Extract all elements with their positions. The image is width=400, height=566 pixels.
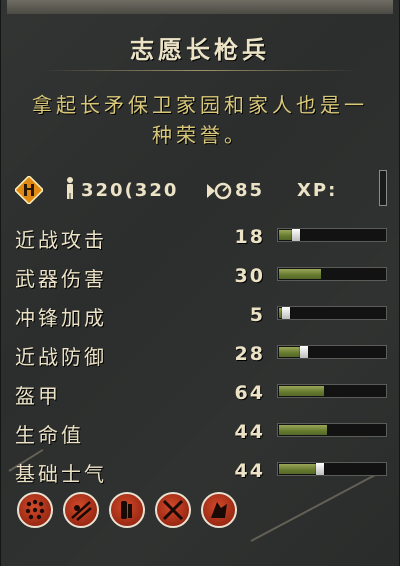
stat-bar-knob: [300, 346, 308, 358]
stat-row-melee-defense[interactable]: 近战防御 28: [15, 339, 391, 378]
formation-icon[interactable]: [17, 492, 53, 528]
stat-bar-knob: [282, 307, 290, 319]
guard-mode-icon[interactable]: [201, 492, 237, 528]
stat-value: 30: [234, 265, 265, 287]
stat-label: 基础士气: [15, 462, 107, 486]
stat-row-health[interactable]: 生命值 44: [15, 417, 391, 456]
stat-label: 盔甲: [15, 384, 61, 408]
stat-value: 18: [234, 226, 265, 248]
stat-bar: [277, 267, 387, 281]
stat-row-base-morale[interactable]: 基础士气 44: [15, 456, 391, 495]
stat-bar-knob: [316, 463, 324, 475]
stat-value: 64: [234, 382, 265, 404]
xp-label: XP:: [297, 180, 338, 201]
stat-value: 44: [234, 460, 265, 482]
stat-bar-fill: [279, 386, 324, 396]
panel-top-edge: [7, 0, 393, 14]
unit-info-panel: 志愿长枪兵 拿起长矛保卫家园和家人也是一种荣誉。 320(320 85 XP: …: [0, 0, 400, 566]
stat-bar-fill: [279, 425, 327, 435]
stat-bar: [277, 384, 387, 398]
stat-bar: [277, 345, 387, 359]
stat-bar-fill: [279, 347, 300, 357]
stats-list: 近战攻击 18 武器伤害 30 冲锋加成 5 近战防御 28 盔甲 64 生命值…: [15, 222, 391, 495]
stat-row-weapon-damage[interactable]: 武器伤害 30: [15, 261, 391, 300]
unit-infobar: 320(320 85 XP:: [15, 170, 387, 208]
title-divider: [41, 70, 359, 71]
stat-bar-fill: [279, 269, 321, 279]
stat-bar: [277, 306, 387, 320]
soldier-count: 320(320: [81, 180, 179, 201]
stat-label: 生命值: [15, 423, 84, 447]
speed-value: 85: [235, 180, 265, 201]
stat-label: 冲锋加成: [15, 306, 107, 330]
stat-bar: [277, 423, 387, 437]
brace-icon[interactable]: [109, 492, 145, 528]
stat-bar-fill: [279, 230, 292, 240]
speed-icon: [207, 182, 232, 200]
stat-bar-knob: [292, 229, 300, 241]
stat-bar-fill: [279, 464, 316, 474]
stat-value: 5: [249, 304, 265, 326]
faction-emblem-icon: [15, 176, 43, 204]
stat-label: 武器伤害: [15, 267, 107, 291]
xp-meter: [379, 170, 387, 206]
soldier-icon: [67, 177, 73, 199]
stat-row-armor[interactable]: 盔甲 64: [15, 378, 391, 417]
unit-description: 拿起长矛保卫家园和家人也是一种荣誉。: [32, 93, 368, 147]
stat-value: 28: [234, 343, 265, 365]
unit-title: 志愿长枪兵: [130, 36, 270, 64]
stat-row-charge-bonus[interactable]: 冲锋加成 5: [15, 300, 391, 339]
stat-value: 44: [234, 421, 265, 443]
stat-label: 近战防御: [15, 345, 107, 369]
spear-wall-icon[interactable]: [63, 492, 99, 528]
stat-bar: [277, 462, 387, 476]
stat-label: 近战攻击: [15, 228, 107, 252]
anti-cavalry-icon[interactable]: [155, 492, 191, 528]
stat-bar: [277, 228, 387, 242]
stat-row-melee-attack[interactable]: 近战攻击 18: [15, 222, 391, 261]
